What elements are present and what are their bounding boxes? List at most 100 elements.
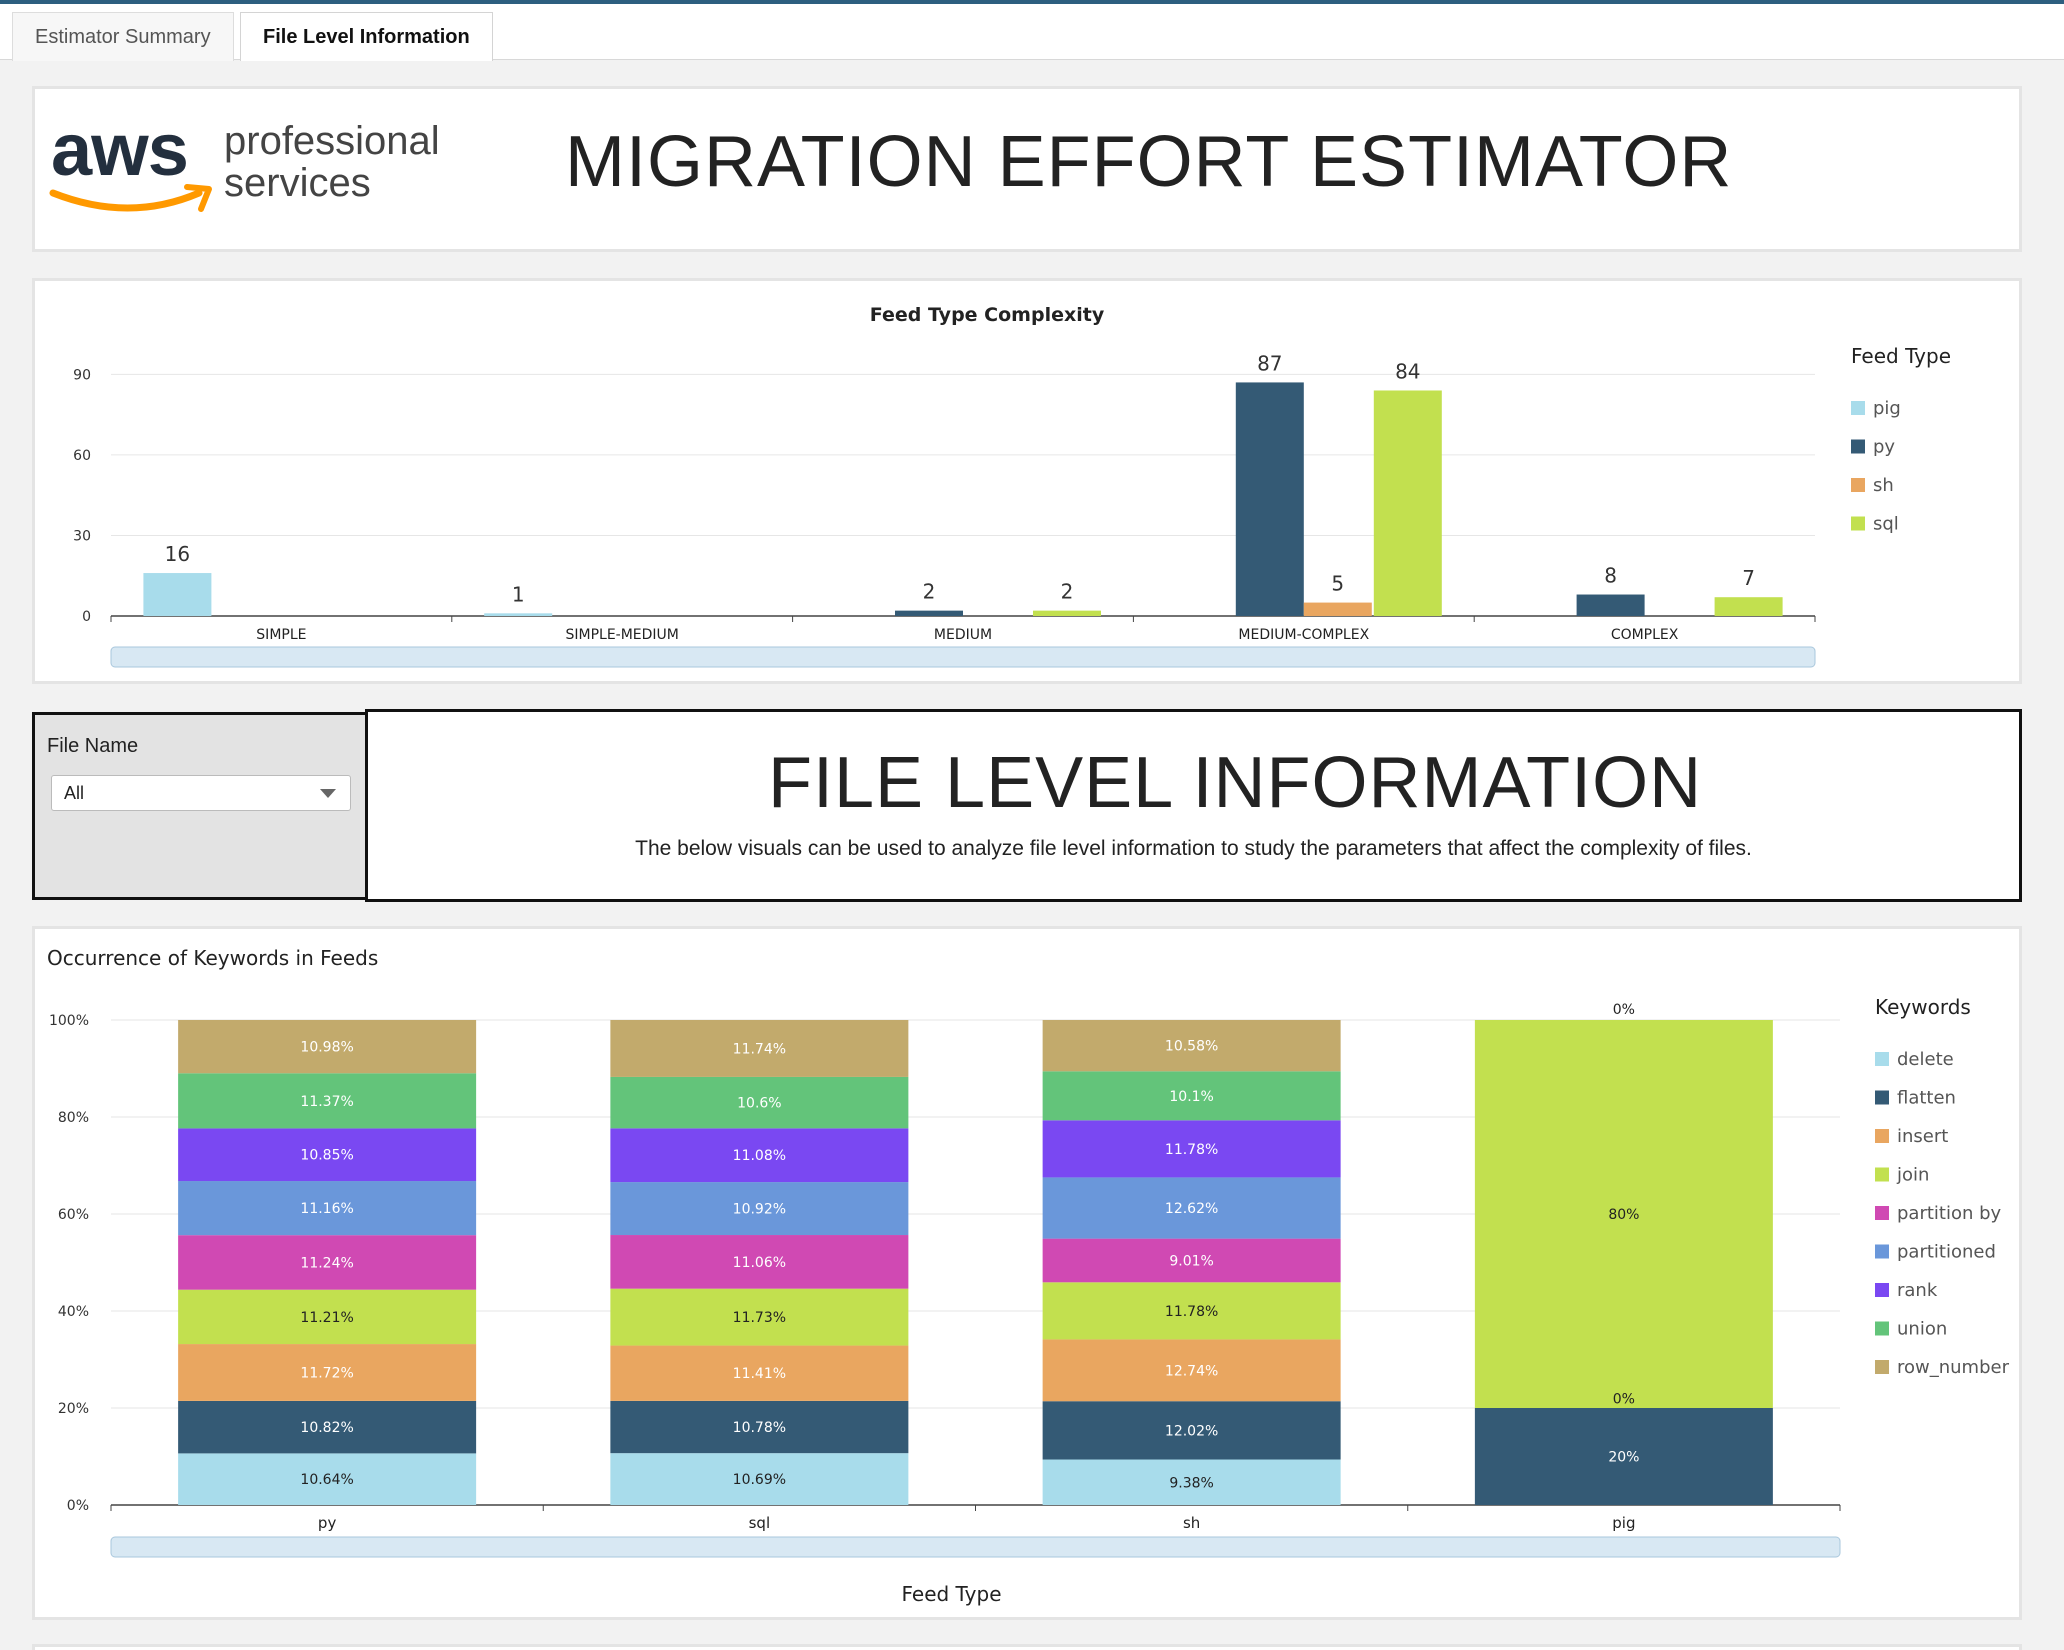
keyword-occurrence-panel: Occurrence of Keywords in Feeds 0% 20% 40% 6… (32, 926, 2022, 1620)
x-tick-label: MEDIUM (934, 627, 992, 643)
file-name-label: File Name (47, 735, 139, 757)
data-label: 84 (1395, 359, 1420, 383)
y-tick-label: 0% (67, 1498, 89, 1514)
legend-swatch-join (1875, 1167, 1889, 1182)
data-label: 10.98% (300, 1040, 353, 1056)
y-tick-label: 20% (58, 1401, 89, 1417)
data-label: 11.37% (300, 1094, 353, 1110)
feed-type-complexity-chart: Feed Type Complexity 0 30 60 90 SIMPLE 16 SIMPL… (73, 304, 1951, 668)
data-label: 5 (1331, 572, 1344, 596)
legend-label-sql: sql (1873, 514, 1899, 535)
section-description: The below visuals can be used to analyze… (635, 837, 1752, 860)
data-label: 10.82% (300, 1420, 353, 1436)
bar-sql (1714, 597, 1783, 616)
bar-sql (1373, 390, 1442, 616)
tab-bar: Estimator Summary File Level Information (0, 4, 2064, 61)
data-label: 11.74% (733, 1041, 786, 1057)
y-tick-label: 40% (58, 1304, 89, 1320)
data-label: 11.78% (1165, 1304, 1218, 1320)
bar-py (1576, 594, 1645, 616)
data-label: 2 (923, 580, 936, 604)
aws-smile-icon (49, 184, 212, 212)
data-label: 10.1% (1169, 1089, 1213, 1105)
section-title: FILE LEVEL INFORMATION (768, 743, 1703, 823)
data-label: 10.58% (1165, 1039, 1218, 1055)
y-tick-label: 90 (73, 367, 91, 383)
chart-title: Occurrence of Keywords in Feeds (47, 946, 378, 970)
legend-swatch-py (1851, 439, 1865, 454)
bar-sh (1303, 602, 1372, 616)
legend-swatch-sql (1851, 516, 1865, 531)
data-label: 12.74% (1165, 1363, 1218, 1379)
x-tick-label: MEDIUM-COMPLEX (1238, 627, 1369, 643)
data-label: 10.64% (300, 1472, 353, 1488)
legend-label-rank: rank (1897, 1280, 1938, 1301)
data-label: 20% (1608, 1450, 1639, 1466)
data-label: 10.78% (733, 1420, 786, 1436)
data-label: 11.21% (300, 1310, 353, 1326)
data-label: 87 (1257, 351, 1282, 375)
legend-swatch-row_number (1875, 1360, 1889, 1374)
legend-swatch-delete (1875, 1052, 1889, 1066)
legend-swatch-insert (1875, 1129, 1889, 1143)
file-name-dropdown-value: All (64, 783, 85, 803)
horizontal-scroll-track (110, 646, 1816, 668)
y-tick-label: 60 (73, 448, 91, 464)
data-label: 12.02% (1165, 1423, 1218, 1439)
data-label: 10.6% (737, 1096, 781, 1112)
legend-label-sh: sh (1873, 475, 1894, 496)
bar-pig (484, 613, 553, 616)
legend-label-partitioned: partitioned (1897, 1242, 1996, 1263)
data-label: 7 (1742, 566, 1755, 590)
data-label: 11.08% (733, 1148, 786, 1164)
legend-swatch-union (1875, 1321, 1889, 1336)
keyword-occurrence-chart: Occurrence of Keywords in Feeds 0% 20% 40% 6… (47, 946, 2010, 1606)
aws-logo-line2: services (224, 161, 371, 205)
legend-label-flatten: flatten (1897, 1088, 1956, 1109)
data-label: 10.85% (300, 1148, 353, 1164)
legend-label-insert: insert (1897, 1126, 1948, 1147)
x-tick-label: SIMPLE-MEDIUM (565, 627, 678, 643)
x-tick-label: COMPLEX (1611, 627, 1679, 643)
legend-swatch-partition-by (1875, 1206, 1889, 1220)
page-title: MIGRATION EFFORT ESTIMATOR (565, 122, 1733, 202)
legend-swatch-sh (1851, 478, 1865, 492)
data-label: 1 (512, 582, 525, 606)
data-label: 11.24% (300, 1255, 353, 1271)
x-tick-label: SIMPLE (256, 627, 306, 643)
bar-py (1235, 382, 1304, 616)
tab-file-level-information[interactable]: File Level Information (240, 12, 493, 61)
legend-label-py: py (1873, 437, 1895, 458)
data-label: 10.69% (733, 1472, 786, 1488)
data-label: 11.41% (733, 1366, 786, 1382)
legend-swatch-partitioned (1875, 1244, 1889, 1259)
x-tick-label: pig (1612, 1514, 1635, 1532)
file-name-dropdown[interactable]: All (51, 775, 351, 811)
data-label: 9.38% (1169, 1475, 1213, 1491)
data-label: 2 (1061, 580, 1074, 604)
x-tick-label: py (318, 1514, 337, 1532)
data-label: 16 (165, 542, 190, 566)
y-tick-label: 0 (82, 609, 91, 625)
feed-type-complexity-panel: Feed Type Complexity 0 30 60 90 SIMPLE 16 SIMPL… (32, 278, 2022, 684)
data-label: 10.92% (733, 1202, 786, 1218)
bar-pig (143, 573, 212, 616)
legend-label-row_number: row_number (1897, 1357, 2010, 1378)
x-axis-title: Feed Type (901, 1582, 1001, 1606)
file-level-info-panel: FILE LEVEL INFORMATION The below visuals… (365, 709, 2022, 902)
data-label: 11.78% (1165, 1142, 1218, 1158)
data-label: 11.73% (733, 1310, 786, 1326)
data-label: 9.01% (1169, 1253, 1213, 1269)
chevron-down-icon (320, 789, 336, 798)
data-label: 12.62% (1165, 1201, 1218, 1217)
tab-estimator-summary[interactable]: Estimator Summary (12, 12, 234, 61)
legend-label-partition-by: partition by (1897, 1203, 2002, 1224)
legend-title: Feed Type (1851, 344, 1951, 368)
legend-label-delete: delete (1897, 1049, 1954, 1070)
x-tick-label: sql (749, 1514, 771, 1532)
data-label: 0% (1613, 1002, 1635, 1018)
next-panel-edge (32, 1644, 2022, 1650)
legend-label-union: union (1897, 1319, 1947, 1340)
data-label: 11.72% (300, 1365, 353, 1381)
legend-swatch-pig (1851, 401, 1865, 415)
